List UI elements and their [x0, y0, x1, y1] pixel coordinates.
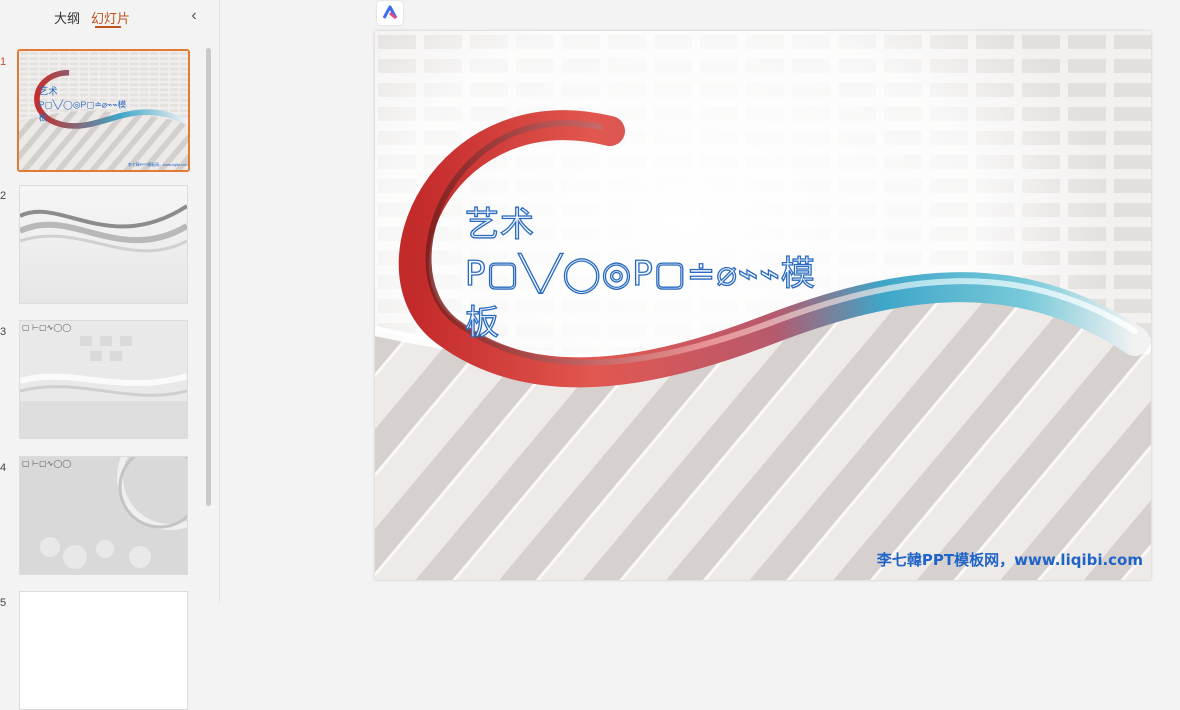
svg-text:艺术: 艺术: [39, 85, 59, 97]
slide-title[interactable]: 艺术 P▢╲╱◯◎P▢≐⌀⌁⌁模 板: [464, 201, 985, 348]
thumbnail-title: ▢ ⊢▢∿◯◯: [22, 323, 72, 332]
thumbnail-4-art: [20, 457, 187, 574]
slide-title-line-2: P▢╲╱◯◎P▢≐⌀⌁⌁模: [464, 253, 816, 294]
slide-number: 5: [0, 597, 7, 609]
app-logo-icon[interactable]: [377, 1, 403, 25]
slide-footer-text[interactable]: 李七韓PPT模板网，www.liqibi.com: [877, 549, 1143, 570]
svg-text:李七韓PPT模板网，www.liqibi.com: 李七韓PPT模板网，www.liqibi.com: [128, 162, 188, 167]
svg-text:板: 板: [39, 111, 48, 122]
panel-scrollbar[interactable]: [206, 48, 211, 506]
slide-number: 4: [0, 462, 7, 474]
slide-canvas[interactable]: 艺术 P▢╲╱◯◎P▢≐⌀⌁⌁模 板 李七韓PPT模板网，www.liqibi.…: [375, 31, 1151, 580]
slide-number: 2: [0, 190, 7, 202]
svg-text:P▢╲╱◯◎P▢≐⌀⌁⌁模: P▢╲╱◯◎P▢≐⌀⌁⌁模: [39, 98, 127, 110]
slide-thumbnail-5[interactable]: [19, 591, 188, 710]
thumbnail-title: ▢ ⊢▢∿◯◯: [22, 459, 72, 468]
panel-tabs: 大纲 幻灯片 ‹: [0, 0, 219, 36]
slide-thumbnail-1[interactable]: 艺术 P▢╲╱◯◎P▢≐⌀⌁⌁模 板 李七韓PPT模板网，www.liqibi.…: [17, 49, 190, 172]
slide-thumbnail-4[interactable]: ▢ ⊢▢∿◯◯: [19, 456, 188, 575]
chevron-left-icon[interactable]: ‹: [186, 8, 202, 24]
slide-title-line-3: 板: [464, 302, 500, 343]
slide-thumbnail-2[interactable]: [19, 185, 188, 304]
active-tab-indicator: [95, 26, 121, 28]
thumbnail-1-art: 艺术 P▢╲╱◯◎P▢≐⌀⌁⌁模 板 李七韓PPT模板网，www.liqibi.…: [19, 51, 188, 170]
slide-thumbnail-3[interactable]: ▢ ⊢▢∿◯◯: [19, 320, 188, 439]
slide-number: 3: [0, 326, 7, 338]
slide-title-line-1: 艺术: [464, 204, 535, 245]
slide-panel: 大纲 幻灯片 ‹ 1 艺术 P▢╲╱◯◎P▢≐⌀⌁⌁模 板 李七韓PPT模板网，…: [0, 0, 220, 710]
slide-number: 1: [0, 56, 7, 68]
tab-outline[interactable]: 大纲: [54, 8, 80, 27]
thumbnail-2-art: [20, 186, 187, 303]
thumbnail-3-art: [20, 321, 187, 438]
tab-slides[interactable]: 幻灯片: [91, 8, 130, 27]
